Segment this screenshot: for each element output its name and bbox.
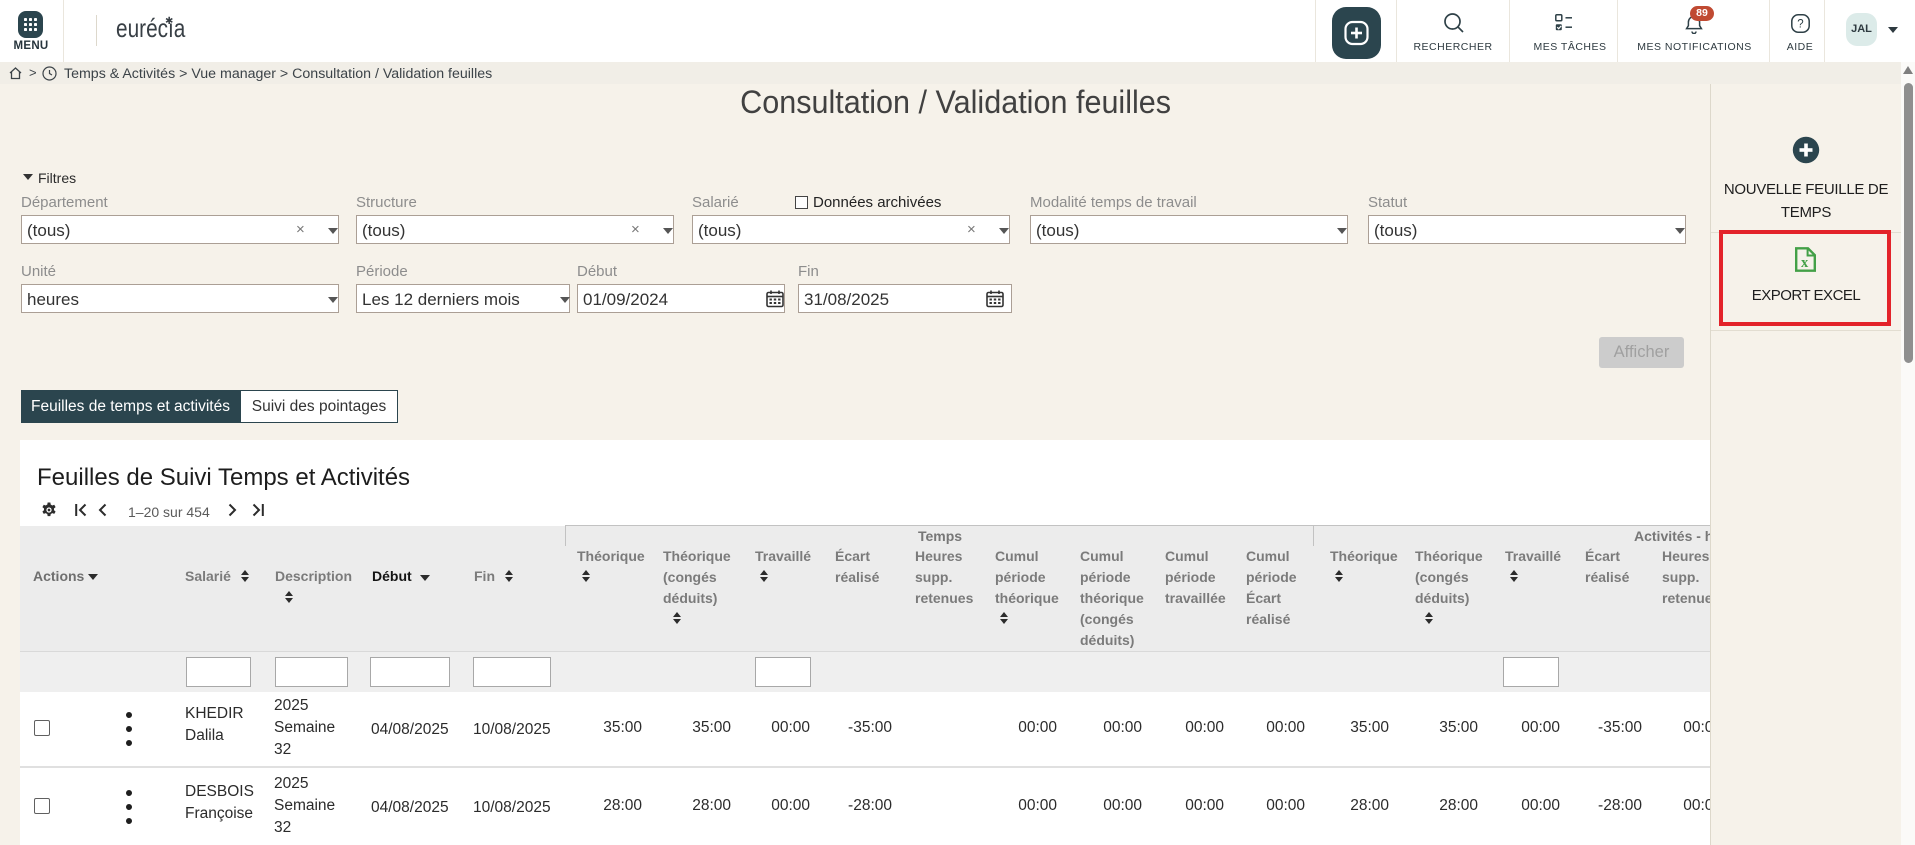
svg-text:?: ? [1797,19,1803,31]
